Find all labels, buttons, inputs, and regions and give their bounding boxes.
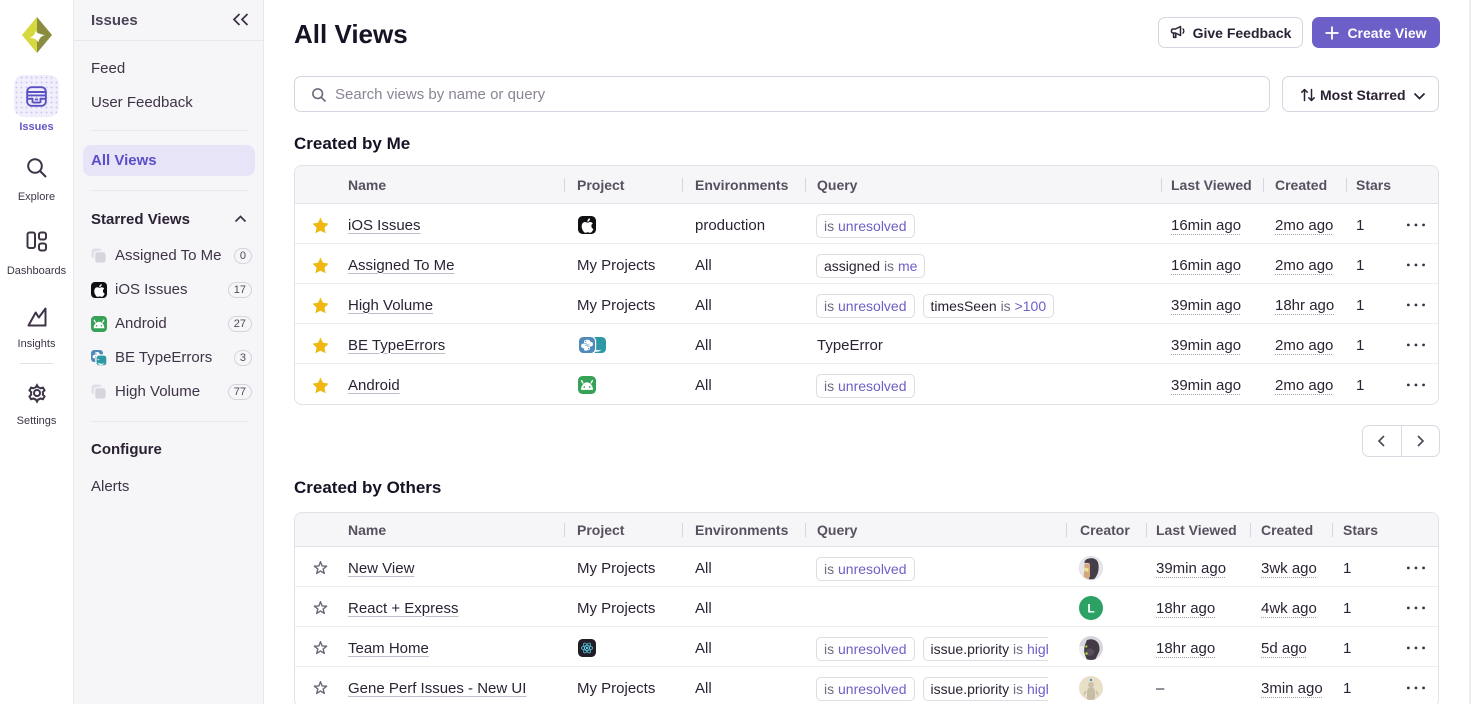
svg-text:L: L bbox=[1087, 601, 1094, 615]
